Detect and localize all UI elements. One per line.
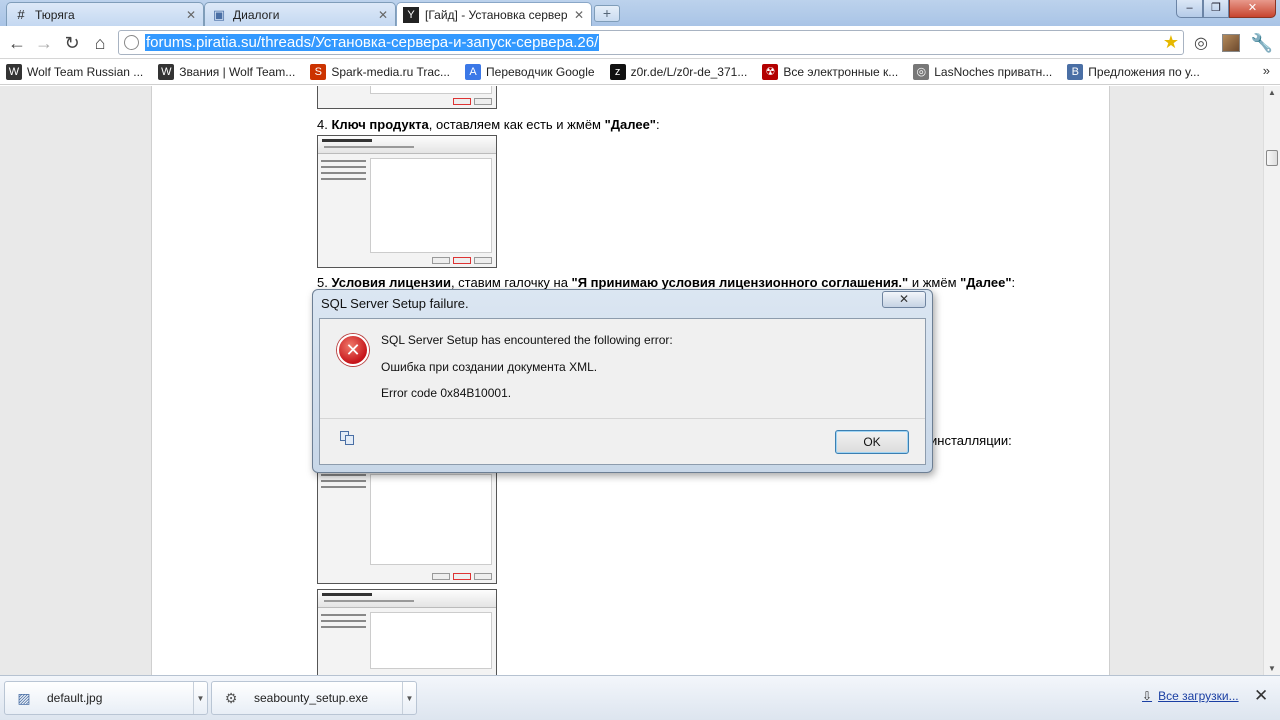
bookmark-label: Spark-media.ru Trac...: [331, 64, 451, 79]
error-code-text: Error code 0x84B10001.: [381, 386, 512, 400]
bookmark-favicon-icon: S: [310, 63, 327, 80]
bookmark-item[interactable]: B Предложения по у...: [1067, 63, 1200, 80]
show-all-downloads-link[interactable]: ⇩ Все загрузки...: [1142, 689, 1239, 703]
error-message-line-1: SQL Server Setup has encountered the fol…: [381, 333, 673, 347]
bookmark-favicon-icon: z: [609, 63, 626, 80]
tab-close-icon[interactable]: ✕: [377, 8, 389, 22]
bookmark-item[interactable]: ◎ LasNoches приватн...: [913, 63, 1053, 80]
close-window-button[interactable]: ✕: [1229, 0, 1276, 18]
bookmark-label: z0r.de/L/z0r-de_371...: [630, 64, 748, 79]
vertical-scrollbar[interactable]: ▲ ▼: [1263, 86, 1280, 675]
back-arrow-icon[interactable]: ←: [4, 30, 30, 56]
bookmark-favicon-icon: W: [158, 63, 175, 80]
bookmarks-bar: W Wolf Team Russian ... W Звания | Wolf Tea…: [0, 59, 1280, 85]
scroll-down-arrow-icon[interactable]: ▼: [1268, 664, 1276, 673]
bookmark-favicon-icon: ☢: [762, 63, 779, 80]
sql-setup-error-dialog: SQL Server Setup failure. ✕ ✕ SQL Server…: [312, 289, 933, 473]
error-message-line-2: Ошибка при создании документа XML.: [381, 360, 598, 374]
bookmark-favicon-icon: W: [6, 63, 22, 80]
home-icon[interactable]: ⌂: [87, 30, 113, 56]
more-bookmarks-icon[interactable]: »: [1263, 63, 1270, 78]
bookmark-star-icon[interactable]: ★: [1163, 32, 1179, 53]
forward-arrow-icon[interactable]: →: [31, 30, 57, 56]
globe-icon: [124, 35, 139, 50]
address-bar[interactable]: forums.piratia.su/threads/Установка-серв…: [118, 30, 1184, 55]
download-filename: seabounty_setup.exe: [254, 691, 369, 705]
tab-label: Диалоги: [233, 7, 280, 22]
reload-icon[interactable]: ↻: [59, 30, 85, 56]
tab-label: Тюряга: [35, 7, 75, 22]
step-5-text: 5. Условия лицензии, ставим галочку на "…: [317, 275, 1016, 290]
download-menu-arrow-icon[interactable]: ▼: [193, 682, 207, 714]
bookmark-item[interactable]: z z0r.de/L/z0r-de_371...: [609, 63, 748, 80]
url-text[interactable]: forums.piratia.su/threads/Установка-серв…: [145, 34, 600, 51]
downloads-bar: ▨ default.jpg ▼ ⚙ seabounty_setup.exe ▼: [0, 675, 1280, 720]
download-menu-arrow-icon[interactable]: ▼: [402, 682, 416, 714]
chat-icon: ▣: [212, 6, 226, 22]
extension-icon[interactable]: ◎: [1188, 30, 1214, 56]
image-file-icon: ▨: [17, 689, 31, 706]
bookmark-label: Звания | Wolf Team...: [179, 64, 296, 79]
step-4-text: 4. Ключ продукта, оставляем как есть и ж…: [317, 117, 660, 132]
tab-turyaga[interactable]: # Тюряга ✕: [6, 2, 204, 26]
ok-button[interactable]: OK: [835, 430, 909, 454]
bookmark-label: Переводчик Google: [486, 64, 595, 79]
bookmark-item[interactable]: S Spark-media.ru Trac...: [310, 63, 451, 80]
new-tab-button[interactable]: +: [594, 5, 620, 22]
bookmark-favicon-icon: ◎: [913, 63, 930, 80]
bookmark-label: Предложения по у...: [1088, 64, 1200, 79]
minimize-window-button[interactable]: –: [1176, 0, 1203, 18]
copy-details-icon[interactable]: [340, 431, 356, 445]
installer-file-icon: ⚙: [224, 689, 238, 706]
tab-close-icon[interactable]: ✕: [573, 8, 585, 22]
hash-icon: #: [17, 7, 25, 22]
tab-dialogi[interactable]: ▣ Диалоги ✕: [204, 2, 396, 26]
download-arrow-icon: ⇩: [1142, 689, 1153, 703]
scroll-up-arrow-icon[interactable]: ▲: [1268, 88, 1276, 97]
tab-strip: # Тюряга ✕ ▣ Диалоги ✕ Y [Гайд] - Устано…: [0, 0, 1280, 27]
dialog-message-area: ✕ SQL Server Setup has encountered the f…: [320, 319, 925, 419]
screenshot-thumbnail-step6[interactable]: [317, 469, 497, 584]
download-item-default-jpg[interactable]: ▨ default.jpg ▼: [4, 681, 208, 715]
download-item-seabounty-setup[interactable]: ⚙ seabounty_setup.exe ▼: [211, 681, 417, 715]
error-icon: ✕: [337, 334, 369, 366]
download-filename: default.jpg: [47, 691, 103, 705]
forum-favicon-icon: Y: [403, 7, 419, 23]
screenshot-thumbnail-step7[interactable]: [317, 589, 497, 675]
dialog-title: SQL Server Setup failure.: [321, 296, 469, 311]
bookmark-item[interactable]: ☢ Все электронные к...: [762, 63, 899, 80]
step-6-text-tail: инсталляции:: [930, 433, 1012, 448]
tab-guide[interactable]: Y [Гайд] - Установка сервера ✕: [396, 2, 592, 27]
bookmark-favicon-icon: A: [465, 63, 482, 80]
screenshot-thumbnail-step3[interactable]: [317, 86, 497, 109]
tab-close-icon[interactable]: ✕: [185, 8, 197, 22]
bookmark-favicon-icon: B: [1067, 63, 1084, 80]
bookmark-item[interactable]: W Wolf Team Russian ...: [6, 63, 144, 80]
bookmark-label: Все электронные к...: [783, 64, 899, 79]
scrollbar-thumb[interactable]: [1266, 150, 1278, 166]
bookmark-item[interactable]: A Переводчик Google: [465, 63, 595, 80]
bookmark-label: LasNoches приватн...: [934, 64, 1053, 79]
dialog-close-button[interactable]: ✕: [882, 291, 926, 308]
tab-label: [Гайд] - Установка сервера: [425, 8, 567, 22]
dialog-body: ✕ SQL Server Setup has encountered the f…: [319, 318, 926, 465]
bookmark-item[interactable]: W Звания | Wolf Team...: [158, 63, 296, 80]
avatar[interactable]: [1218, 30, 1244, 56]
show-all-downloads-label: Все загрузки...: [1158, 689, 1239, 703]
screenshot-thumbnail-step4[interactable]: [317, 135, 497, 268]
close-downloads-bar-icon[interactable]: ✕: [1254, 686, 1268, 706]
bookmark-label: Wolf Team Russian ...: [27, 64, 144, 79]
wrench-menu-icon[interactable]: 🔧: [1249, 30, 1275, 56]
maximize-window-button[interactable]: ❐: [1203, 0, 1229, 18]
